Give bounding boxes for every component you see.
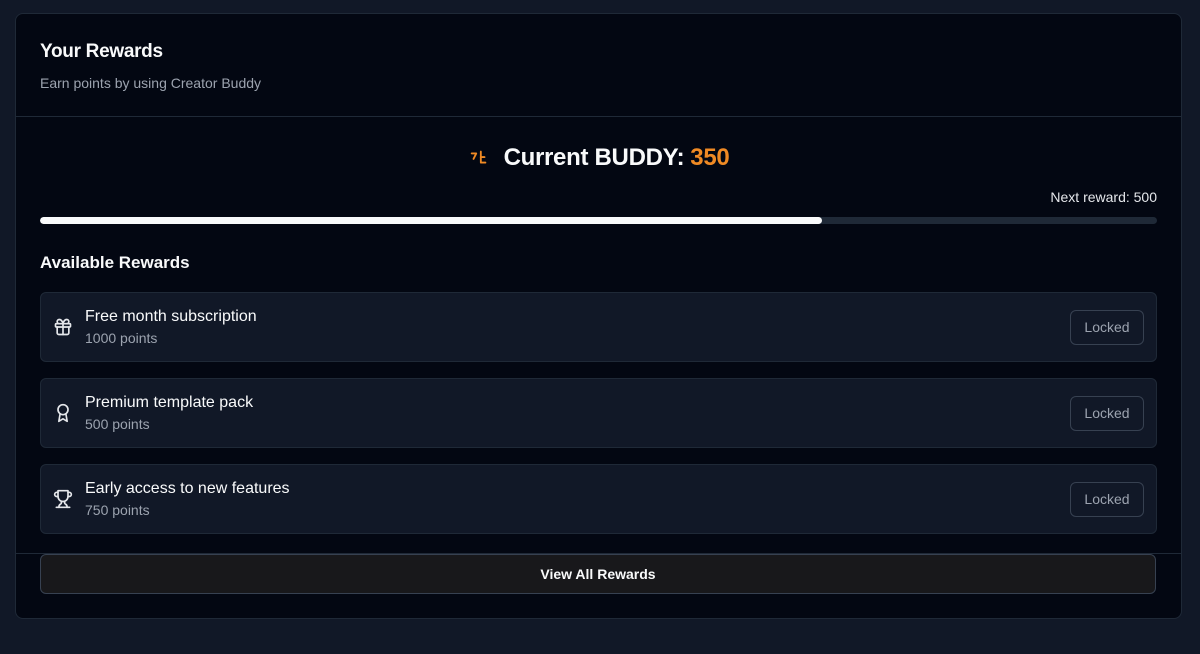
- reward-points: 750 points: [85, 502, 150, 518]
- rewards-card: Your Rewards Earn points by using Creato…: [15, 13, 1182, 619]
- reward-points: 1000 points: [85, 330, 158, 346]
- current-points: Current BUDDY: 350: [40, 117, 1157, 197]
- card-header: Your Rewards Earn points by using Creato…: [16, 14, 1181, 117]
- card-subtitle: Earn points by using Creator Buddy: [40, 75, 262, 91]
- points-progress-bar: [40, 217, 1157, 224]
- next-reward-label: Next reward: 500: [1050, 189, 1157, 205]
- reward-name: Early access to new features: [85, 480, 290, 497]
- award-icon: [53, 403, 73, 423]
- locked-button[interactable]: Locked: [1070, 395, 1144, 431]
- locked-button[interactable]: Locked: [1070, 481, 1144, 517]
- reward-name: Free month subscription: [85, 308, 257, 325]
- view-all-rewards-button[interactable]: View All Rewards: [40, 554, 1156, 594]
- trophy-icon: [53, 489, 73, 509]
- gift-icon: [53, 317, 73, 337]
- available-rewards-heading: Available Rewards: [40, 253, 190, 272]
- reward-text: Early access to new features 750 points: [85, 479, 1070, 519]
- points-progress-fill: [40, 217, 822, 224]
- reward-text: Premium template pack 500 points: [85, 393, 1070, 433]
- card-title: Your Rewards: [40, 41, 163, 62]
- reward-item-template-pack: Premium template pack 500 points Locked: [40, 378, 1157, 448]
- points-value: 350: [690, 144, 730, 171]
- locked-button[interactable]: Locked: [1070, 309, 1144, 345]
- reward-text: Free month subscription 1000 points: [85, 307, 1070, 347]
- reward-list: Free month subscription 1000 points Lock…: [40, 292, 1157, 534]
- buddy-coin-icon: [468, 147, 490, 169]
- card-body: Current BUDDY: 350 Next reward: 500 Avail…: [16, 117, 1181, 534]
- reward-item-free-month: Free month subscription 1000 points Lock…: [40, 292, 1157, 362]
- points-label-text: Current BUDDY:: [503, 144, 685, 171]
- reward-item-early-access: Early access to new features 750 points …: [40, 464, 1157, 534]
- reward-points: 500 points: [85, 416, 150, 432]
- reward-name: Premium template pack: [85, 394, 254, 411]
- points-label: Current BUDDY: 350: [504, 144, 730, 172]
